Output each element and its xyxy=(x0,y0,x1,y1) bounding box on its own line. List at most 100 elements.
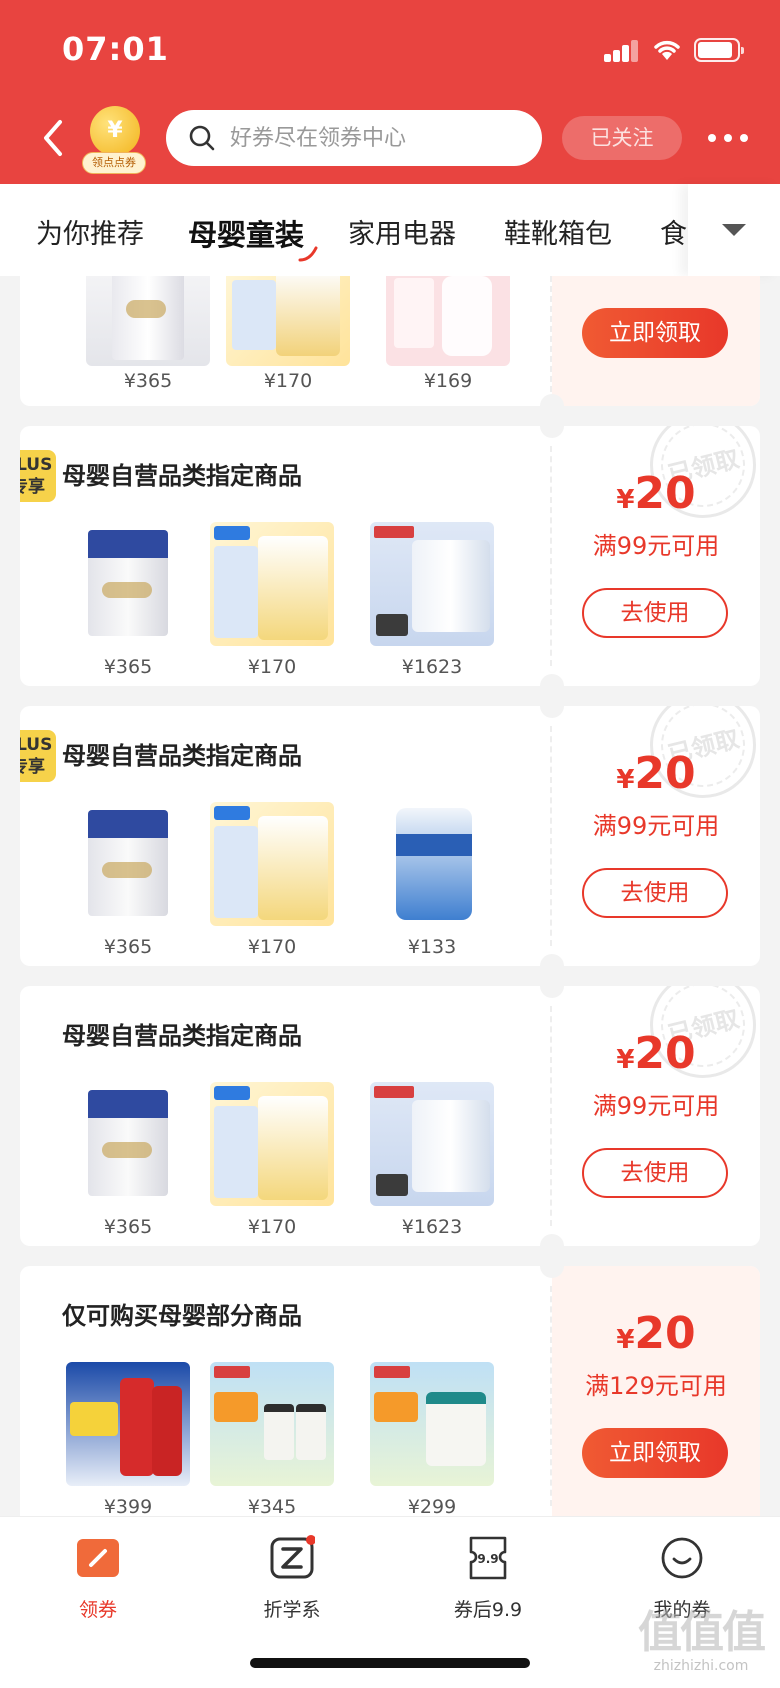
product-image[interactable] xyxy=(210,802,334,926)
more-menu-icon[interactable] xyxy=(706,126,750,150)
category-tabs: 为你推荐 母婴童装 家用电器 鞋靴箱包 食 xyxy=(0,184,780,276)
watermark-logo: 值值值 xyxy=(638,1607,766,1658)
product-image[interactable] xyxy=(370,802,494,926)
tab-recommend[interactable]: 为你推荐 xyxy=(36,212,144,251)
coupon-icon xyxy=(77,1539,119,1577)
watermark-url: zhizhizhi.com xyxy=(653,1658,749,1674)
product-price: ¥345 xyxy=(247,1496,297,1518)
coupon-condition: 满99元可用 xyxy=(592,812,720,840)
product-image[interactable] xyxy=(66,1362,190,1486)
product-image[interactable] xyxy=(386,276,510,366)
coupon-actions: 立即领取 xyxy=(552,276,760,406)
plus-label: PLUS xyxy=(20,735,53,755)
product-price: ¥1623 xyxy=(401,656,463,678)
amount-value: 20 xyxy=(634,748,696,799)
coupon-card: 已领取 ¥20 满99元可用 去使用 母婴自营品类指定商品 ¥365 ¥170 … xyxy=(20,986,760,1246)
currency-symbol: ¥ xyxy=(616,1045,635,1075)
plus-sublabel: 专享 xyxy=(20,757,45,777)
home-indicator[interactable] xyxy=(250,1658,530,1668)
search-input[interactable] xyxy=(230,118,530,158)
plus-sublabel: 专享 xyxy=(20,477,45,497)
ticket-99-icon: 9.9 xyxy=(469,1536,507,1580)
coupon-amount: ¥20 xyxy=(552,748,760,799)
product-image[interactable] xyxy=(86,276,210,366)
product-price: ¥365 xyxy=(103,936,153,958)
coupon-condition: 满99元可用 xyxy=(592,1092,720,1120)
coupon-card: ¥20 满129元可用 立即领取 仅可购买母婴部分商品 ¥399 ¥345 ¥2… xyxy=(20,1266,760,1526)
nav-label: 券后9.9 xyxy=(453,1599,523,1621)
tab-food[interactable]: 食 xyxy=(660,212,687,251)
product-price: ¥399 xyxy=(103,1496,153,1518)
product-price: ¥299 xyxy=(407,1496,457,1518)
card-perforation xyxy=(550,1006,552,1226)
plus-exclusive-badge: PLUS专享 xyxy=(20,730,56,782)
coin-label: 领点点券 xyxy=(82,152,146,174)
amount-value: 20 xyxy=(634,1028,696,1079)
nav-coupons[interactable]: 领券 xyxy=(38,1535,158,1622)
search-icon xyxy=(189,125,215,151)
battery-icon xyxy=(694,38,744,62)
card-perforation xyxy=(550,446,552,666)
amount-value: 20 xyxy=(634,1308,696,1359)
coupon-title: 母婴自营品类指定商品 xyxy=(62,742,302,770)
coupon-right-panel: 已领取 ¥20 满99元可用 去使用 xyxy=(552,426,760,686)
nav-after-coupon-99[interactable]: 9.9 券后9.9 xyxy=(428,1535,548,1622)
wifi-icon xyxy=(654,40,680,60)
header-bar: 07:01 ¥ 领点点券 已关注 xyxy=(0,0,780,184)
coupon-condition: 满129元可用 xyxy=(585,1372,727,1400)
product-image[interactable] xyxy=(370,1362,494,1486)
use-button[interactable]: 去使用 xyxy=(582,1148,728,1198)
claim-button[interactable]: 立即领取 xyxy=(582,308,728,358)
currency-symbol: ¥ xyxy=(616,1325,635,1355)
active-tab-indicator xyxy=(298,246,318,262)
product-image[interactable] xyxy=(66,802,190,926)
coupon-title: 母婴自营品类指定商品 xyxy=(62,462,302,490)
product-price: ¥169 xyxy=(423,370,473,392)
tab-label: 母婴童装 xyxy=(188,218,305,252)
points-coupon-badge[interactable]: ¥ 领点点券 xyxy=(82,106,146,174)
product-price: ¥170 xyxy=(247,1216,297,1238)
search-bar[interactable] xyxy=(166,110,542,166)
product-image[interactable] xyxy=(210,1082,334,1206)
follow-button[interactable]: 已关注 xyxy=(562,116,682,160)
nav-discount-school[interactable]: 折学系 xyxy=(232,1535,352,1622)
product-price: ¥170 xyxy=(263,370,313,392)
coupon-card: 已领取 ¥20 满99元可用 去使用 PLUS专享 母婴自营品类指定商品 ¥36… xyxy=(20,426,760,686)
use-button[interactable]: 去使用 xyxy=(582,588,728,638)
currency-symbol: ¥ xyxy=(616,485,635,515)
product-price: ¥170 xyxy=(247,936,297,958)
product-image[interactable] xyxy=(66,1082,190,1206)
badge-dot xyxy=(306,1535,316,1545)
product-image[interactable] xyxy=(66,522,190,646)
product-price: ¥170 xyxy=(247,656,297,678)
plus-exclusive-badge: PLUS专享 xyxy=(20,450,56,502)
use-button[interactable]: 去使用 xyxy=(582,868,728,918)
product-image[interactable] xyxy=(370,1082,494,1206)
product-price: ¥365 xyxy=(103,656,153,678)
tab-shoes-bags[interactable]: 鞋靴箱包 xyxy=(504,212,612,251)
coupon-title: 母婴自营品类指定商品 xyxy=(62,1022,302,1050)
tab-appliances[interactable]: 家用电器 xyxy=(348,212,456,251)
coupon-card: ¥365 ¥170 ¥169 立即领取 xyxy=(20,276,760,406)
coupon-amount: ¥20 xyxy=(552,1308,760,1359)
product-price: ¥1623 xyxy=(401,1216,463,1238)
product-image[interactable] xyxy=(210,522,334,646)
status-time: 07:01 xyxy=(62,30,169,68)
claim-button[interactable]: 立即领取 xyxy=(582,1428,728,1478)
coupon-amount: ¥20 xyxy=(552,1028,760,1079)
coupon-condition: 满99元可用 xyxy=(592,532,720,560)
product-image[interactable] xyxy=(370,522,494,646)
tab-maternity-kids[interactable]: 母婴童装 xyxy=(188,212,318,262)
product-image[interactable] xyxy=(210,1362,334,1486)
coupon-card: 已领取 ¥20 满99元可用 去使用 PLUS专享 母婴自营品类指定商品 ¥36… xyxy=(20,706,760,966)
smile-icon xyxy=(661,1537,703,1579)
product-price: ¥365 xyxy=(123,370,173,392)
site-watermark: 值值值 zhizhizhi.com xyxy=(626,1596,776,1674)
expand-tabs-button[interactable] xyxy=(688,184,780,276)
product-price: ¥365 xyxy=(103,1216,153,1238)
coupon-right-panel: ¥20 满129元可用 立即领取 xyxy=(552,1266,760,1526)
back-arrow-icon[interactable] xyxy=(38,118,68,158)
coupon-title: 仅可购买母婴部分商品 xyxy=(62,1302,302,1330)
icon-text: 9.9 xyxy=(477,1552,498,1566)
product-image[interactable] xyxy=(226,276,350,366)
